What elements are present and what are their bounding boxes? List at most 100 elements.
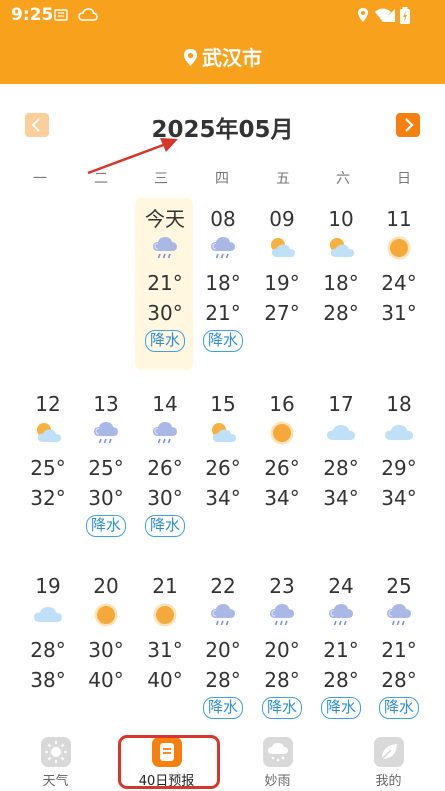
day-number: 17 xyxy=(328,392,354,416)
annotation-highlight-box xyxy=(118,735,220,789)
day-number: 10 xyxy=(328,207,354,231)
day-cell[interactable]: 20 30° 40° xyxy=(76,571,136,695)
temp-high: 32° xyxy=(30,486,66,510)
temp-high: 30° xyxy=(147,486,183,510)
day-cell[interactable]: 12 25° 32° xyxy=(18,389,78,513)
weekday-header: 一 二 三 四 五 六 日 xyxy=(0,168,445,188)
rain-cloud-icon xyxy=(76,419,136,453)
day-number: 21 xyxy=(152,574,178,598)
day-number: 25 xyxy=(386,574,412,598)
precipitation-badge: 降水 xyxy=(144,515,185,537)
temp-high: 21° xyxy=(205,301,241,325)
weekday-label: 日 xyxy=(397,171,411,187)
day-number: 19 xyxy=(35,574,61,598)
tab-weather[interactable]: 天气 xyxy=(0,730,111,791)
sun-icon xyxy=(135,601,195,635)
day-cell[interactable]: 13 25° 30° 降水 xyxy=(76,389,136,537)
temp-low: 30° xyxy=(88,638,124,662)
temp-high: 28° xyxy=(205,668,241,692)
day-cell[interactable]: 11 24° 31° xyxy=(369,204,429,328)
tab-label: 妙雨 xyxy=(264,774,291,789)
partly-cloudy-icon xyxy=(18,419,78,453)
tab-rain[interactable]: 妙雨 xyxy=(222,730,333,791)
day-cell[interactable]: 23 20° 28° 降水 xyxy=(252,571,312,719)
temp-high: 30° xyxy=(88,486,124,510)
temp-low: 18° xyxy=(323,271,359,295)
rain-cloud-icon xyxy=(193,601,253,635)
weekday-label: 三 xyxy=(154,171,168,187)
day-number: 18 xyxy=(386,392,412,416)
temp-low: 28° xyxy=(323,456,359,480)
temp-high: 34° xyxy=(381,486,417,510)
tab-mine[interactable]: 我的 xyxy=(333,730,444,791)
partly-cloudy-icon xyxy=(311,234,371,268)
day-number: 11 xyxy=(386,207,412,231)
day-cell[interactable]: 22 20° 28° 降水 xyxy=(193,571,253,719)
weekday-label: 二 xyxy=(94,171,108,187)
precipitation-badge: 降水 xyxy=(378,697,419,719)
sun-icon xyxy=(252,419,312,453)
partly-cloudy-icon xyxy=(193,419,253,453)
day-cell[interactable]: 21 31° 40° xyxy=(135,571,195,695)
day-cell[interactable]: 08 18° 21° 降水 xyxy=(193,204,253,352)
temp-low: 19° xyxy=(264,271,300,295)
day-cell[interactable]: 24 21° 28° 降水 xyxy=(311,571,371,719)
precipitation-badge: 降水 xyxy=(85,515,126,537)
temp-low: 20° xyxy=(264,638,300,662)
precipitation-badge: 降水 xyxy=(202,330,243,352)
day-cell[interactable]: 09 19° 27° xyxy=(252,204,312,328)
day-cell[interactable]: 18 29° 34° xyxy=(369,389,429,513)
temp-high: 30° xyxy=(147,301,183,325)
day-cell[interactable]: 17 28° 34° xyxy=(311,389,371,513)
day-number: 08 xyxy=(210,207,236,231)
day-cell[interactable]: 10 18° 28° xyxy=(311,204,371,328)
day-cell[interactable]: 15 26° 34° xyxy=(193,389,253,513)
temp-high: 34° xyxy=(205,486,241,510)
rain-cloud-icon xyxy=(135,419,195,453)
day-number: 20 xyxy=(93,574,119,598)
weekday-label: 六 xyxy=(336,171,350,187)
weekday-label: 四 xyxy=(215,171,229,187)
day-number: 24 xyxy=(328,574,354,598)
temp-low: 26° xyxy=(264,456,300,480)
day-number: 23 xyxy=(269,574,295,598)
weekday-label: 五 xyxy=(276,171,290,187)
day-number: 15 xyxy=(210,392,236,416)
day-cell[interactable]: 19 28° 38° xyxy=(18,571,78,695)
cloud-icon xyxy=(369,419,429,453)
precipitation-badge: 降水 xyxy=(320,697,361,719)
day-cell[interactable]: 25 21° 28° 降水 xyxy=(369,571,429,719)
temp-high: 40° xyxy=(147,668,183,692)
temp-low: 21° xyxy=(381,638,417,662)
temp-low: 28° xyxy=(30,638,66,662)
sun-icon xyxy=(369,234,429,268)
temp-low: 26° xyxy=(147,456,183,480)
rain-cloud-icon xyxy=(311,601,371,635)
leaf-icon xyxy=(373,737,404,767)
day-cell[interactable]: 16 26° 34° xyxy=(252,389,312,513)
rain-cloud-tab-icon xyxy=(262,737,293,767)
rain-cloud-icon xyxy=(193,234,253,268)
temp-high: 28° xyxy=(323,668,359,692)
rain-cloud-icon xyxy=(135,234,195,268)
sun-icon xyxy=(76,601,136,635)
temp-high: 34° xyxy=(264,486,300,510)
cloud-icon xyxy=(311,419,371,453)
temp-high: 27° xyxy=(264,301,300,325)
temp-low: 18° xyxy=(205,271,241,295)
temp-low: 26° xyxy=(205,456,241,480)
temp-high: 40° xyxy=(88,668,124,692)
day-number: 14 xyxy=(152,392,178,416)
temp-low: 25° xyxy=(88,456,124,480)
tab-label: 天气 xyxy=(42,774,69,789)
day-number: 12 xyxy=(35,392,61,416)
day-number: 16 xyxy=(269,392,295,416)
rain-cloud-icon xyxy=(369,601,429,635)
day-number: 今天 xyxy=(145,207,185,231)
tab-label: 我的 xyxy=(375,774,402,789)
day-cell[interactable]: 今天 21° 30° 降水 xyxy=(135,204,195,352)
day-cell[interactable]: 14 26° 30° 降水 xyxy=(135,389,195,537)
rain-cloud-icon xyxy=(252,601,312,635)
day-number: 22 xyxy=(210,574,236,598)
weekday-label: 一 xyxy=(33,171,47,187)
